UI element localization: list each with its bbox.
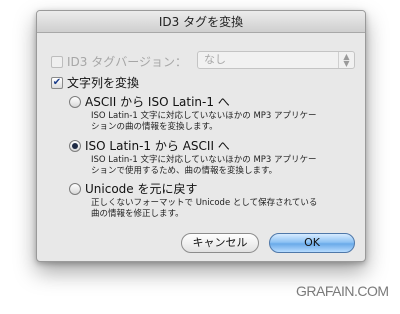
option-description-line: 正しくないフォーマットで Unicode として保存されている xyxy=(91,198,318,208)
id3-version-label: ID3 タグバージョン： xyxy=(67,55,187,69)
dialog-title: ID3 タグを変換 xyxy=(37,11,365,33)
select-stepper-icon: ▲ ▼ xyxy=(338,52,354,68)
option-latin1-to-ascii-radio[interactable] xyxy=(69,139,81,152)
cancel-button[interactable]: キャンセル xyxy=(181,233,259,253)
id3-version-row: ID3 タグバージョン： xyxy=(51,53,187,70)
option-revert-unicode[interactable]: Unicode を元に戻す xyxy=(69,180,197,197)
option-label: Unicode を元に戻す xyxy=(85,182,198,196)
option-description: ISO Latin-1 文字に対応していないほかの MP3 アプリケー ションで… xyxy=(91,155,359,177)
option-description-line: 曲の情報を修正します。 xyxy=(91,209,184,219)
convert-text-label: 文字列を変換 xyxy=(67,76,140,90)
option-label: ASCII から ISO Latin-1 へ xyxy=(85,95,230,109)
option-latin1-to-ascii[interactable]: ISO Latin-1 から ASCII へ xyxy=(69,137,230,154)
convert-text-checkbox[interactable]: ✔ xyxy=(51,76,63,89)
option-revert-unicode-radio[interactable] xyxy=(69,182,81,195)
option-description-line: ISO Latin-1 文字に対応していないほかの MP3 アプリケー xyxy=(91,155,317,165)
option-description: ISO Latin-1 文字に対応していないほかの MP3 アプリケー ションの… xyxy=(91,111,359,133)
option-description-line: ションで使用するため、曲の情報を変換します。 xyxy=(91,166,278,176)
convert-id3-dialog: ID3 タグを変換 ID3 タグバージョン： なし ▲ ▼ ✔ 文字列を変換 AS… xyxy=(36,10,366,262)
id3-version-select-value: なし xyxy=(204,53,226,66)
id3-version-checkbox[interactable] xyxy=(51,55,63,68)
option-description-line: ションの曲の情報を変換します。 xyxy=(91,122,218,132)
option-ascii-to-latin1[interactable]: ASCII から ISO Latin-1 へ xyxy=(69,93,230,110)
ok-button[interactable]: OK xyxy=(269,233,355,253)
watermark: GRAFAIN.COM xyxy=(296,283,389,299)
checkmark-icon: ✔ xyxy=(52,76,62,88)
convert-text-row: ✔ 文字列を変換 xyxy=(51,74,139,91)
id3-version-select[interactable]: なし ▲ ▼ xyxy=(197,51,355,69)
option-description: 正しくないフォーマットで Unicode として保存されている 曲の情報を修正し… xyxy=(91,198,359,220)
option-description-line: ISO Latin-1 文字に対応していないほかの MP3 アプリケー xyxy=(91,111,317,121)
option-ascii-to-latin1-radio[interactable] xyxy=(69,95,81,108)
option-label: ISO Latin-1 から ASCII へ xyxy=(85,139,230,153)
